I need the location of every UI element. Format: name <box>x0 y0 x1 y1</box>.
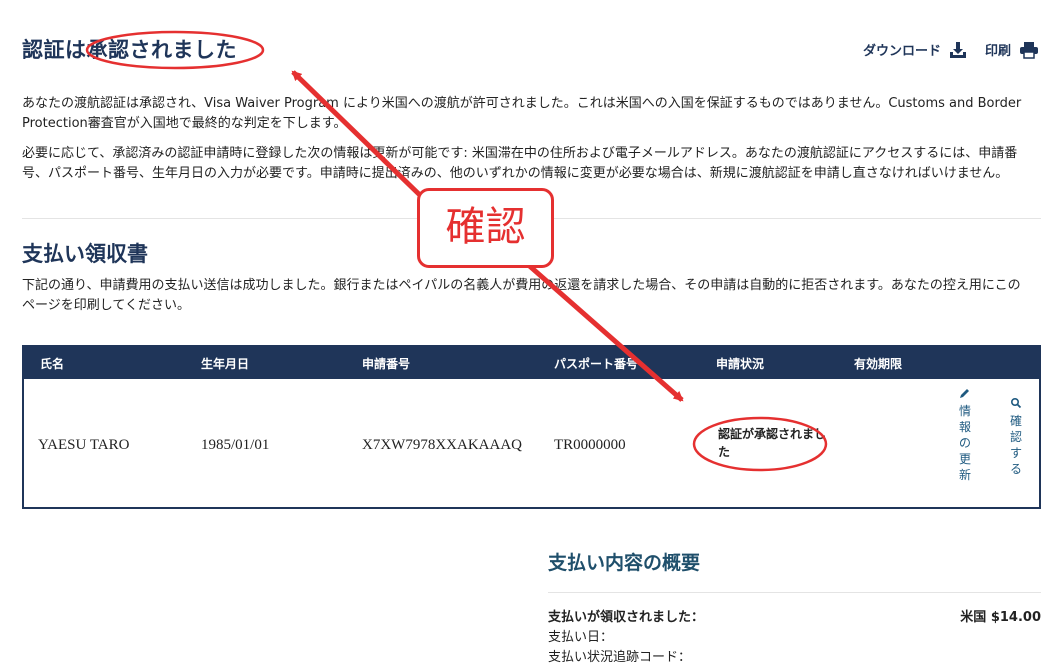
payment-received-label: 支払いが領収されました： <box>548 610 705 625</box>
page-toolbar: ダウンロード 印刷 <box>863 40 1039 59</box>
confirm-label: 確認する <box>1009 414 1022 476</box>
cell-application-number: X7XW7978XXAKAAAQ <box>362 437 522 453</box>
intro-paragraph-1: あなたの渡航認証は承認され、Visa Waiver Program により米国へ… <box>22 96 1022 131</box>
header-name: 氏名 <box>40 357 65 371</box>
header-status: 申請状況 <box>716 357 765 371</box>
receipt-text: 下記の通り、申請費用の支払い送信は成功しました。銀行またはペイパルの名義人が費用… <box>22 278 1021 313</box>
confirm-callout: 確認 <box>417 188 554 268</box>
cell-name: YAESU TARO <box>38 437 130 453</box>
page-title: 認証は承認されました <box>22 38 237 62</box>
header-passport-number: パスポート番号 <box>554 357 639 371</box>
header-application-number: 申請番号 <box>362 357 411 371</box>
printer-icon <box>1020 41 1038 59</box>
summary-title: 支払い内容の概要 <box>548 552 701 574</box>
header-dob: 生年月日 <box>201 357 250 371</box>
payment-tracking-label: 支払い状況追跡コード： <box>548 650 692 665</box>
update-info-link[interactable]: 情報の更新 <box>956 387 974 483</box>
print-button[interactable]: 印刷 <box>985 40 1039 59</box>
payment-amount: 米国 $14.00 <box>960 610 1041 625</box>
search-icon <box>1010 397 1022 409</box>
payment-date-label: 支払い日： <box>548 630 614 645</box>
application-table: 氏名 生年月日 申請番号 パスポート番号 申請状況 有効期限 YAESU TAR… <box>22 345 1041 509</box>
cell-dob: 1985/01/01 <box>201 437 270 453</box>
header-expiry: 有効期限 <box>854 357 903 371</box>
download-button[interactable]: ダウンロード <box>863 40 967 59</box>
pencil-icon <box>960 389 969 398</box>
update-info-label: 情報の更新 <box>958 404 971 482</box>
download-label: ダウンロード <box>862 44 941 59</box>
download-icon <box>949 41 966 58</box>
cell-passport-number: TR0000000 <box>554 437 626 453</box>
table-header: 氏名 生年月日 申請番号 パスポート番号 申請状況 有効期限 <box>24 347 1039 379</box>
print-label: 印刷 <box>984 44 1011 59</box>
cell-status: 認証が承認されました <box>718 427 827 459</box>
intro-paragraph-2: 必要に応じて、承認済みの認証申請時に登録した次の情報は更新が可能です: 米国滞在… <box>22 146 1018 181</box>
summary-divider <box>548 592 1041 593</box>
receipt-title: 支払い領収書 <box>22 242 148 266</box>
confirm-link[interactable]: 確認する <box>1007 397 1025 477</box>
